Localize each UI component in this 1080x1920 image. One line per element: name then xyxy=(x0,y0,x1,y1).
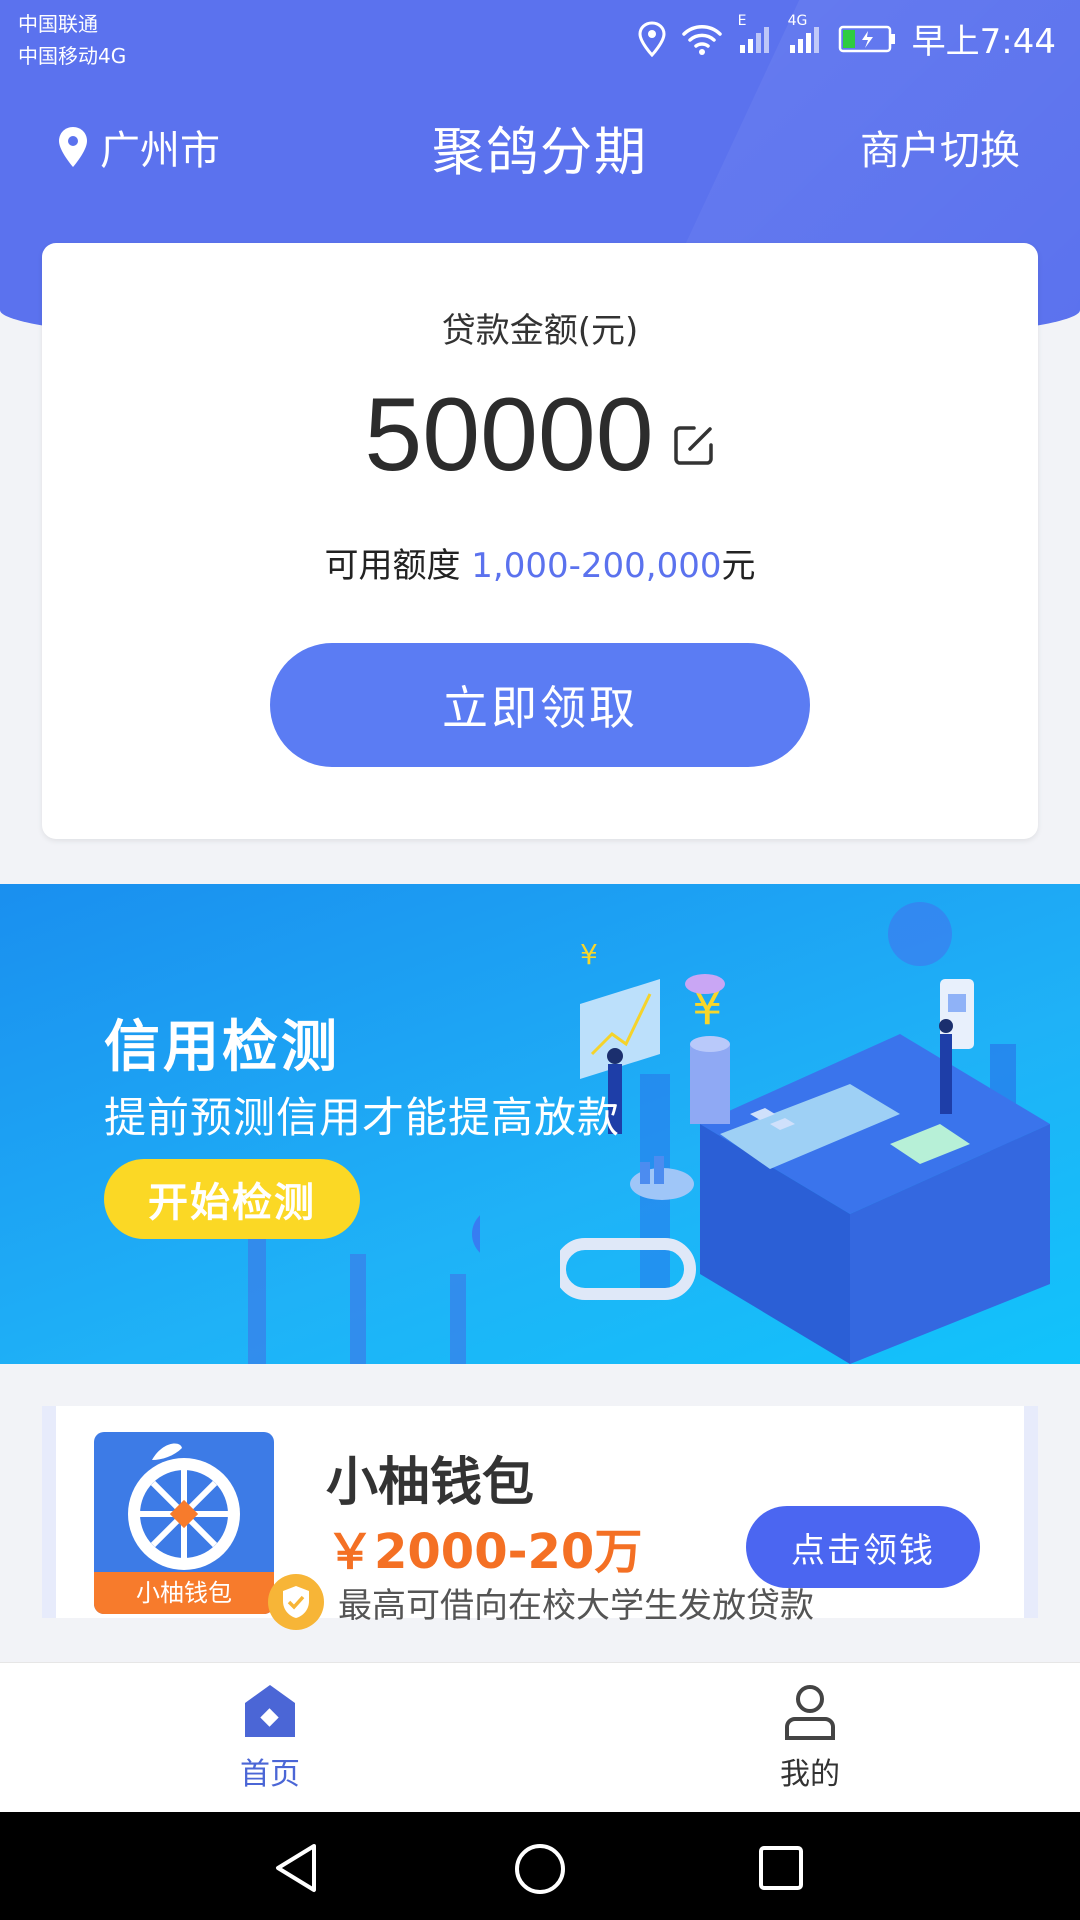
tab-mine-label: 我的 xyxy=(780,1757,840,1792)
product-note: 最高可借向在校大学生发放贷款 xyxy=(268,1574,814,1630)
system-navigation-bar xyxy=(0,1812,1080,1920)
available-quota: 可用额度 1,000-200,000元 xyxy=(42,538,1038,587)
shield-check-icon xyxy=(268,1574,324,1630)
loan-amount-value[interactable]: 50000 xyxy=(364,383,653,487)
credit-check-banner[interactable]: ¥ ¥ 信用检测 提前预测信用才能提高放款 开始检测 xyxy=(0,884,1080,1364)
signal-e-icon: E xyxy=(738,13,774,55)
isometric-finance-illustration: ¥ ¥ xyxy=(560,902,1050,1364)
signal-4g-icon: 4G xyxy=(788,13,824,55)
carrier-1: 中国联通 xyxy=(18,12,98,36)
product-note-text: 最高可借向在校大学生发放贷款 xyxy=(338,1585,814,1626)
claim-now-button[interactable]: 立即领取 xyxy=(270,643,810,767)
quota-suffix: 元 xyxy=(721,546,756,586)
loan-card: 贷款金额(元) 50000 可用额度 1,000-200,000元 立即领取 xyxy=(42,243,1038,839)
bottom-tab-bar: 首页 我的 xyxy=(0,1662,1080,1813)
location-status-icon xyxy=(638,20,666,57)
loan-amount-row: 50000 xyxy=(42,383,1038,487)
signal-e-label: E xyxy=(737,12,747,29)
signal-4g-label: 4G xyxy=(787,12,808,29)
status-time: 早上7:44 xyxy=(911,22,1056,62)
product-logo-text: 小柚钱包 xyxy=(94,1572,274,1614)
tab-mine[interactable]: 我的 xyxy=(710,1663,910,1813)
banner-title: 信用检测 xyxy=(104,1015,340,1080)
tab-home[interactable]: 首页 xyxy=(170,1663,370,1813)
quota-range: 1,000-200,000 xyxy=(471,546,722,586)
user-icon xyxy=(785,1685,835,1740)
back-triangle-icon[interactable] xyxy=(272,1842,322,1894)
status-indicators: E 4G 早上7:44 xyxy=(638,13,1056,63)
banner-subtitle: 提前预测信用才能提高放款 xyxy=(104,1093,621,1142)
product-logo: 小柚钱包 xyxy=(94,1432,274,1614)
citrus-wheel-icon xyxy=(128,1443,240,1570)
merchant-switch-button[interactable]: 商户切换 xyxy=(860,118,1020,176)
home-icon xyxy=(245,1685,295,1737)
svg-text:¥: ¥ xyxy=(580,938,598,971)
recents-square-icon[interactable] xyxy=(757,1844,805,1892)
edit-icon[interactable] xyxy=(672,423,716,467)
product-range: ￥2000-20万 xyxy=(326,1524,643,1580)
quota-prefix: 可用额度 xyxy=(324,546,472,586)
carrier-2: 中国移动4G xyxy=(18,44,127,68)
battery-icon xyxy=(838,25,895,52)
home-circle-icon[interactable] xyxy=(513,1842,567,1896)
status-carriers: 中国联通 中国移动4G xyxy=(18,8,126,72)
tab-home-label: 首页 xyxy=(240,1757,300,1792)
wifi-icon xyxy=(681,24,722,55)
product-name: 小柚钱包 xyxy=(326,1453,535,1513)
start-check-button[interactable]: 开始检测 xyxy=(104,1159,360,1239)
loan-amount-label: 贷款金额(元) xyxy=(441,311,639,351)
